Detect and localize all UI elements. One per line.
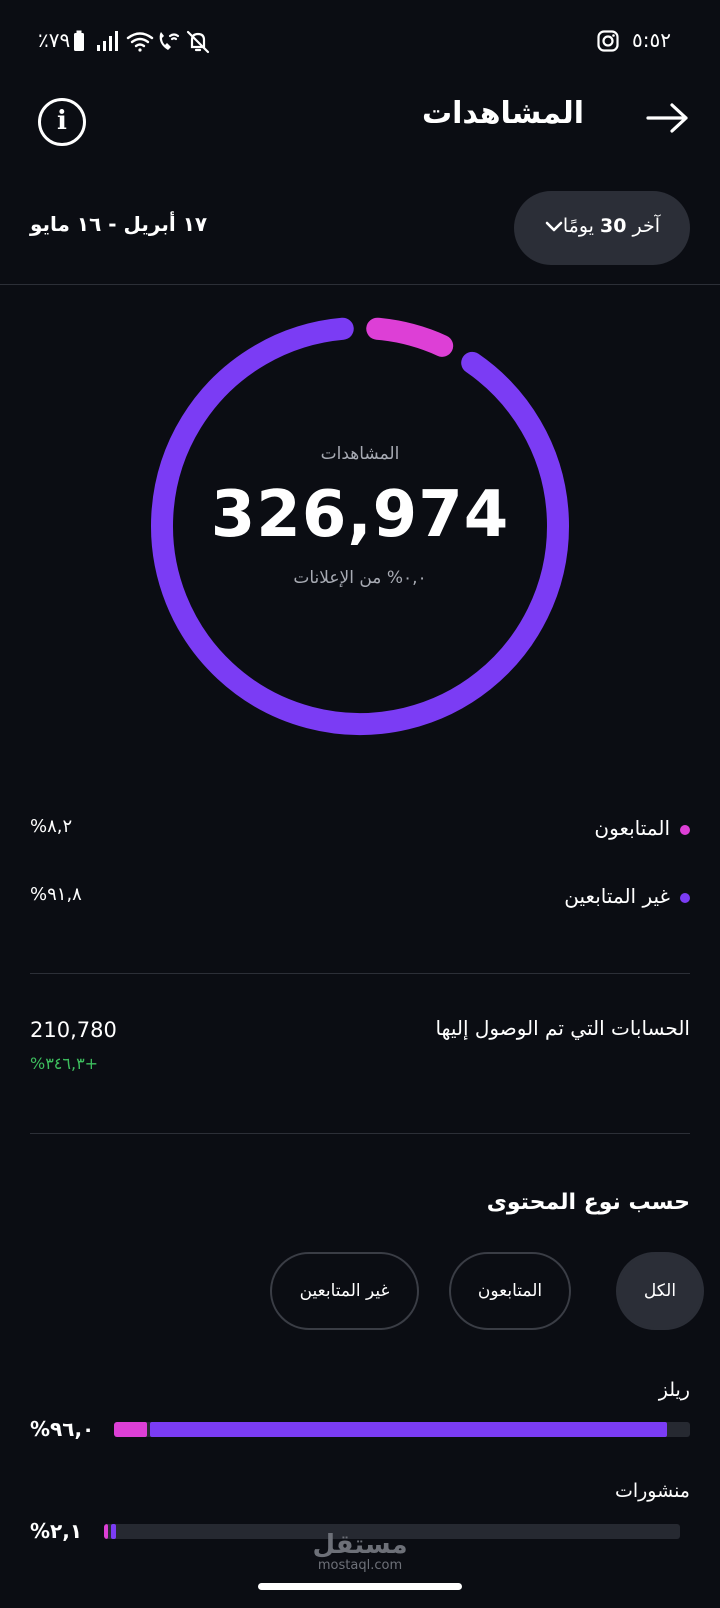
wifi-call-icon <box>159 32 180 50</box>
reels-bar <box>114 1422 690 1437</box>
period-number: 30 <box>599 215 627 237</box>
tab-all[interactable]: الكل <box>616 1252 704 1330</box>
legend-dot <box>680 892 690 903</box>
status-battery-percent: ٪٧٩ <box>38 28 71 52</box>
arrow-right-icon <box>646 103 688 133</box>
period-suffix: يومًا <box>562 215 594 237</box>
watermark-latin: mostaql.com <box>317 1558 403 1573</box>
reels-label: ريلز <box>658 1379 690 1401</box>
status-icons-svg <box>74 30 210 54</box>
page-title: المشاهدات <box>421 96 584 131</box>
home-indicator[interactable] <box>258 1583 462 1590</box>
content-type-title: حسب نوع المحتوى <box>486 1190 690 1215</box>
ring-label: المشاهدات <box>320 444 400 464</box>
accounts-reached-change: %٣٤٦,٣+ <box>30 1054 99 1073</box>
date-range: ١٧ أبريل - ١٦ مايو <box>30 212 208 236</box>
legend-label: غير المتابعين <box>564 884 690 908</box>
bar-non-followers-segment <box>150 1422 667 1437</box>
divider <box>0 284 720 285</box>
legend-label: المتابعون <box>594 816 690 840</box>
bar-followers-segment <box>114 1422 147 1437</box>
reels-percent: %٩٦,٠ <box>30 1417 95 1441</box>
legend-name: غير المتابعين <box>564 884 670 908</box>
period-label: آخر 30 يومًا <box>563 215 660 237</box>
tab-followers[interactable]: المتابعون <box>449 1252 571 1330</box>
accounts-reached-value: 210,780 <box>30 1018 117 1042</box>
ads-share: ٠,٠% من الإعلانات <box>293 568 427 588</box>
accounts-reached-label: الحسابات التي تم الوصول إليها <box>435 1016 690 1040</box>
tab-non-followers[interactable]: غير المتابعين <box>270 1252 419 1330</box>
instagram-icon <box>597 30 619 57</box>
legend-name: المتابعون <box>594 816 670 840</box>
back-button[interactable] <box>646 102 690 138</box>
watermark: مستقل mostaql.com <box>0 1530 720 1573</box>
status-icons <box>72 30 222 59</box>
divider <box>30 973 690 974</box>
legend-dot <box>680 824 690 835</box>
chevron-down-icon <box>545 221 563 232</box>
legend-percent: %٩١,٨ <box>30 884 82 905</box>
posts-label: منشورات <box>614 1480 690 1502</box>
mute-icon <box>186 30 210 54</box>
battery-icon <box>74 30 84 51</box>
wifi-icon <box>126 32 154 52</box>
legend-row-followers: المتابعون %٨,٢ <box>30 810 690 850</box>
signal-icon <box>97 31 118 51</box>
ring-segment-followers <box>366 317 454 357</box>
info-icon: i <box>57 106 67 136</box>
period-prefix: آخر <box>632 215 660 237</box>
legend-row-non-followers: غير المتابعين %٩١,٨ <box>30 878 690 918</box>
period-dropdown[interactable]: آخر 30 يومًا <box>514 191 690 265</box>
watermark-arabic: مستقل <box>312 1530 408 1560</box>
total-views: 326,974 <box>210 478 510 552</box>
info-button[interactable]: i <box>38 98 86 146</box>
status-time: ٥:٥٢ <box>632 28 671 52</box>
legend-percent: %٨,٢ <box>30 816 73 837</box>
divider <box>30 1133 690 1134</box>
